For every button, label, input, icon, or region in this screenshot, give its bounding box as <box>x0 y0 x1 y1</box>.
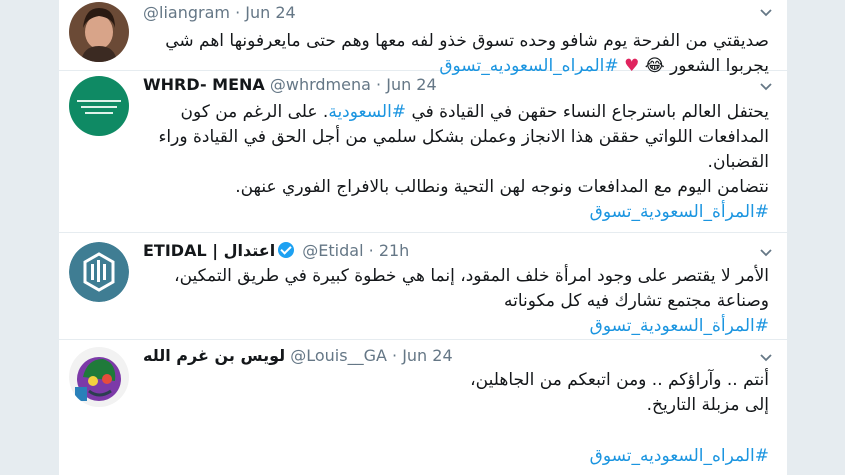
chevron-down-icon[interactable] <box>759 6 773 20</box>
hashtag-link[interactable]: #المراه_السعوديه_تسوق <box>139 444 769 469</box>
tweet-header: @liangram · Jun 24 <box>143 3 296 23</box>
tweet-line: يحتفل العالم باسترجاع النساء حقهن في الق… <box>139 100 769 125</box>
separator-dot: · <box>368 241 374 260</box>
tweet-time[interactable]: Jun 24 <box>245 3 295 22</box>
tweet-handle[interactable]: @Etidal <box>302 241 363 260</box>
timeline: @liangram · Jun 24 صديقتي من الفرحة يوم … <box>58 0 788 475</box>
avatar-liangram[interactable] <box>69 2 129 62</box>
tweet-handle[interactable]: @whrdmena <box>270 75 371 94</box>
hashtag-link[interactable]: #المرأة_السعودية_تسوق <box>139 314 769 339</box>
tweet-handle[interactable]: @Louis__GA <box>290 346 387 365</box>
tweet-line: إلى مزبلة التاريخ. <box>646 395 769 415</box>
avatar-etidal[interactable] <box>69 242 129 302</box>
hashtag-link[interactable]: #المرأة_السعودية_تسوق <box>139 200 769 225</box>
hashtag-link[interactable]: #السعودية <box>328 102 406 122</box>
tweet-author-name[interactable]: WHRD- MENA <box>143 75 265 94</box>
tweet-line: وصناعة مجتمع تشارك فيه كل مكوناته <box>504 291 769 311</box>
tweet-handle[interactable]: @liangram <box>143 3 230 22</box>
verified-badge-icon <box>278 242 295 258</box>
tweet-hashtag-row: #المراه_السعوديه_تسوق <box>139 444 769 469</box>
tweet-line: صديقتي من الفرحة يوم شافو وحده تسوق خذو … <box>165 31 769 51</box>
tweet-line: القضبان. <box>707 152 769 172</box>
tweet-line-text: يحتفل العالم باسترجاع النساء حقهن في الق… <box>406 102 769 122</box>
tweet-etidal[interactable]: ETIDAL | اعتدال @Etidal · 21h الأمر لا ي… <box>59 232 787 340</box>
tweet-time[interactable]: Jun 24 <box>402 346 452 365</box>
tweet-liangram[interactable]: @liangram · Jun 24 صديقتي من الفرحة يوم … <box>59 0 787 76</box>
chevron-down-icon[interactable] <box>759 246 773 260</box>
tweet-text: أنتم .. وآراؤكم .. ومن اتبعكم من الجاهلي… <box>139 368 769 418</box>
chevron-down-icon[interactable] <box>759 80 773 94</box>
tweet-line: الأمر لا يقتصر على وجود امرأة خلف المقود… <box>174 266 769 286</box>
tweet-author-name[interactable]: لويس بن غرم الله <box>143 346 285 365</box>
tweet-whrdmena[interactable]: WHRD- MENA @whrdmena · Jun 24 يحتفل العا… <box>59 70 787 233</box>
separator-dot: · <box>392 346 398 365</box>
tweet-header: WHRD- MENA @whrdmena · Jun 24 <box>143 75 437 95</box>
separator-dot: · <box>376 75 382 94</box>
tweet-text: يحتفل العالم باسترجاع النساء حقهن في الق… <box>139 100 769 225</box>
tweet-louis-ga[interactable]: لويس بن غرم الله @Louis__GA · Jun 24 أنت… <box>59 339 787 475</box>
tweet-line-text: . على الرغم من كون <box>180 102 329 122</box>
tweet-time[interactable]: 21h <box>379 241 410 260</box>
tweet-author-name[interactable]: ETIDAL | اعتدال <box>143 241 275 260</box>
tweet-header: لويس بن غرم الله @Louis__GA · Jun 24 <box>143 346 453 366</box>
chevron-down-icon[interactable] <box>759 351 773 365</box>
tweet-header: ETIDAL | اعتدال @Etidal · 21h <box>143 241 409 261</box>
tweet-text: الأمر لا يقتصر على وجود امرأة خلف المقود… <box>139 264 769 339</box>
tweet-line: المدافعات اللواتي حققن هذا الانجاز وعملن… <box>158 127 769 147</box>
avatar-louis-ga[interactable] <box>69 347 129 407</box>
avatar-whrdmena[interactable] <box>69 76 129 136</box>
tweet-time[interactable]: Jun 24 <box>386 75 436 94</box>
tweet-line: أنتم .. وآراؤكم .. ومن اتبعكم من الجاهلي… <box>470 370 769 390</box>
tweet-line: نتضامن اليوم مع المدافعات ونوجه لهن التح… <box>235 177 769 197</box>
separator-dot: · <box>235 3 241 22</box>
